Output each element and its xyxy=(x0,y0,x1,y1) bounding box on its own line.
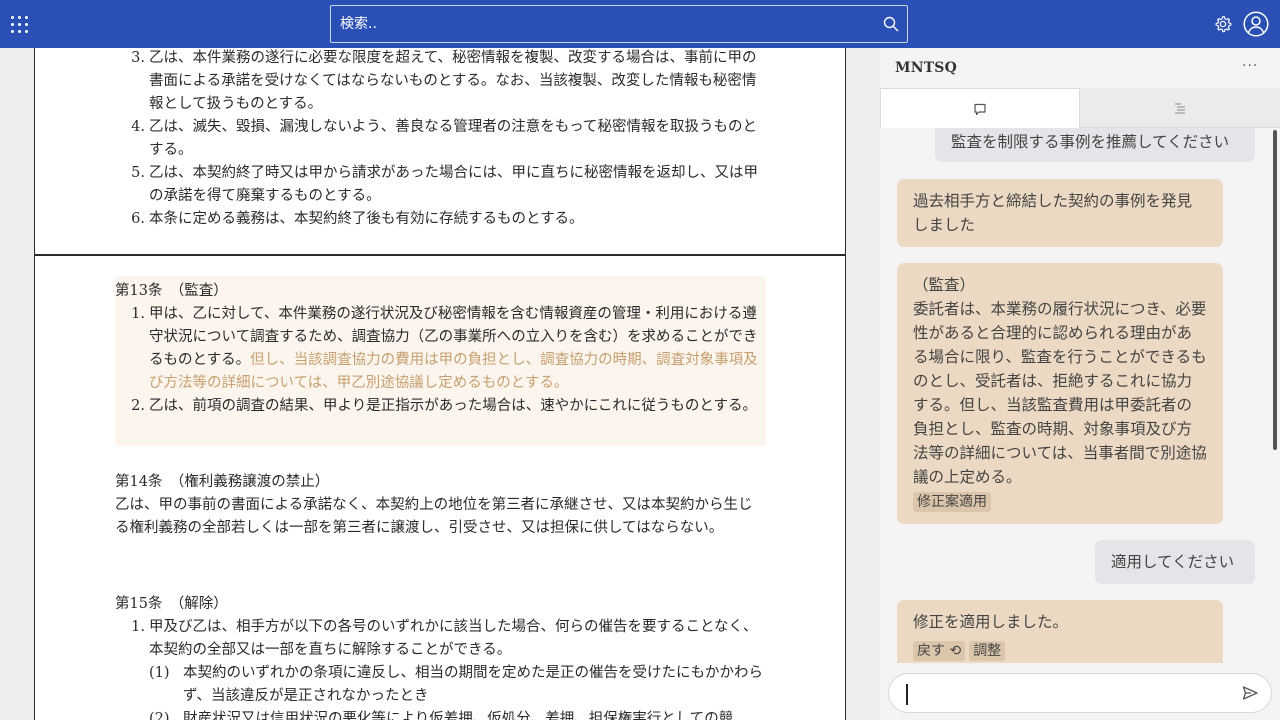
list-item: 1. 甲及び乙は、相手方が以下の各号のいずれかに該当した場合、何らの催告を要する… xyxy=(131,619,758,658)
sub-list-item: (2) 財産状況又は信用状況の悪化等により仮差押、仮処分、差押、担保権実行として… xyxy=(149,711,734,720)
message-composer xyxy=(888,673,1272,713)
assistant-message: 過去相手方と締結した契約の事例を発見しました xyxy=(897,179,1223,247)
list-outline-icon xyxy=(1175,102,1185,114)
chat-bubble-icon xyxy=(974,103,986,115)
article-12-tail: 3. 乙は、本件業務の遂行に必要な限度を超えて、秘密情報を複製、改変する場合は、… xyxy=(115,48,767,231)
assistant-message: 修正を適用しました。 戻す ⟲ 調整 xyxy=(897,600,1223,663)
send-icon[interactable] xyxy=(1241,684,1259,702)
contract-document: 3. 乙は、本件業務の遂行に必要な限度を超えて、秘密情報を複製、改変する場合は、… xyxy=(34,48,846,720)
page-divider xyxy=(35,254,845,256)
top-bar xyxy=(0,0,1280,48)
article-15: 第15条 （解除） 1. 甲及び乙は、相手方が以下の各号のいずれかに該当した場合… xyxy=(115,593,767,720)
tab-outline[interactable] xyxy=(1080,88,1280,128)
tab-chat[interactable] xyxy=(880,88,1080,128)
chat-scrollbar[interactable] xyxy=(1273,130,1277,450)
panel-tabs xyxy=(880,88,1280,128)
assistant-panel: MNTSQ ··· 監査を制限する事例を推薦してください 過去相手方と締結した契… xyxy=(880,48,1280,720)
list-item: 5. 乙は、本契約終了時又は甲から請求があった場合には、甲に直ちに秘密情報を返却… xyxy=(131,165,758,204)
article-body: 乙は、甲の事前の書面による承諾なく、本契約上の地位を第三者に承継させ、又は本契約… xyxy=(115,497,753,536)
list-item: 4. 乙は、滅失、毀損、漏洩しないよう、善良なる管理者の注意をもって秘密情報を取… xyxy=(131,119,757,158)
more-options-icon[interactable]: ··· xyxy=(1242,58,1258,74)
chat-thread: 監査を制限する事例を推薦してください 過去相手方と締結した契約の事例を発見しまし… xyxy=(880,128,1280,663)
panel-header: MNTSQ ··· xyxy=(880,48,1280,88)
list-item: 6. 本条に定める義務は、本契約終了後も有効に存続するものとする。 xyxy=(131,211,584,227)
undo-button[interactable]: 戻す ⟲ xyxy=(913,641,966,661)
apps-grid-icon[interactable] xyxy=(11,16,28,33)
user-account-icon[interactable] xyxy=(1243,11,1269,37)
search-input[interactable] xyxy=(331,6,907,42)
sub-list-item: (1) 本契約のいずれかの条項に違反し、相当の期間を定めた是正の催告を受けたにも… xyxy=(149,665,763,704)
message-input[interactable] xyxy=(905,682,1235,706)
text-cursor xyxy=(906,684,908,705)
search-icon[interactable] xyxy=(883,16,899,32)
user-message: 監査を制限する事例を推薦してください xyxy=(935,128,1255,162)
article-13[interactable]: 第13条 （監査） 1. 甲は、乙に対して、本件業務の遂行状況及び秘密情報を含む… xyxy=(115,280,767,418)
article-title: 第15条 （解除） xyxy=(115,596,228,612)
search-box xyxy=(330,5,908,43)
user-message: 適用してください xyxy=(1095,540,1255,584)
list-item: 3. 乙は、本件業務の遂行に必要な限度を超えて、秘密情報を複製、改変する場合は、… xyxy=(131,50,757,112)
adjust-button[interactable]: 調整 xyxy=(969,641,1006,661)
gear-icon[interactable] xyxy=(1214,15,1232,33)
list-item: 2. 乙は、前項の調査の結果、甲より是正指示があった場合は、速やかにこれに従うも… xyxy=(131,398,757,414)
apply-amendment-button[interactable]: 修正案適用 xyxy=(913,492,991,512)
brand-logo: MNTSQ xyxy=(895,60,958,76)
article-title: 第13条 （監査） xyxy=(115,283,228,299)
assistant-message-clause: （監査） 委託者は、本業務の履行状況につき、必要性があると合理的に認められる理由… xyxy=(897,263,1223,524)
list-item: 1. 甲は、乙に対して、本件業務の遂行状況及び秘密情報を含む情報資産の管理・利用… xyxy=(131,306,758,391)
article-14: 第14条 （権利義務譲渡の禁止） 乙は、甲の事前の書面による承諾なく、本契約上の… xyxy=(115,471,767,540)
article-title: 第14条 （権利義務譲渡の禁止） xyxy=(115,474,330,490)
